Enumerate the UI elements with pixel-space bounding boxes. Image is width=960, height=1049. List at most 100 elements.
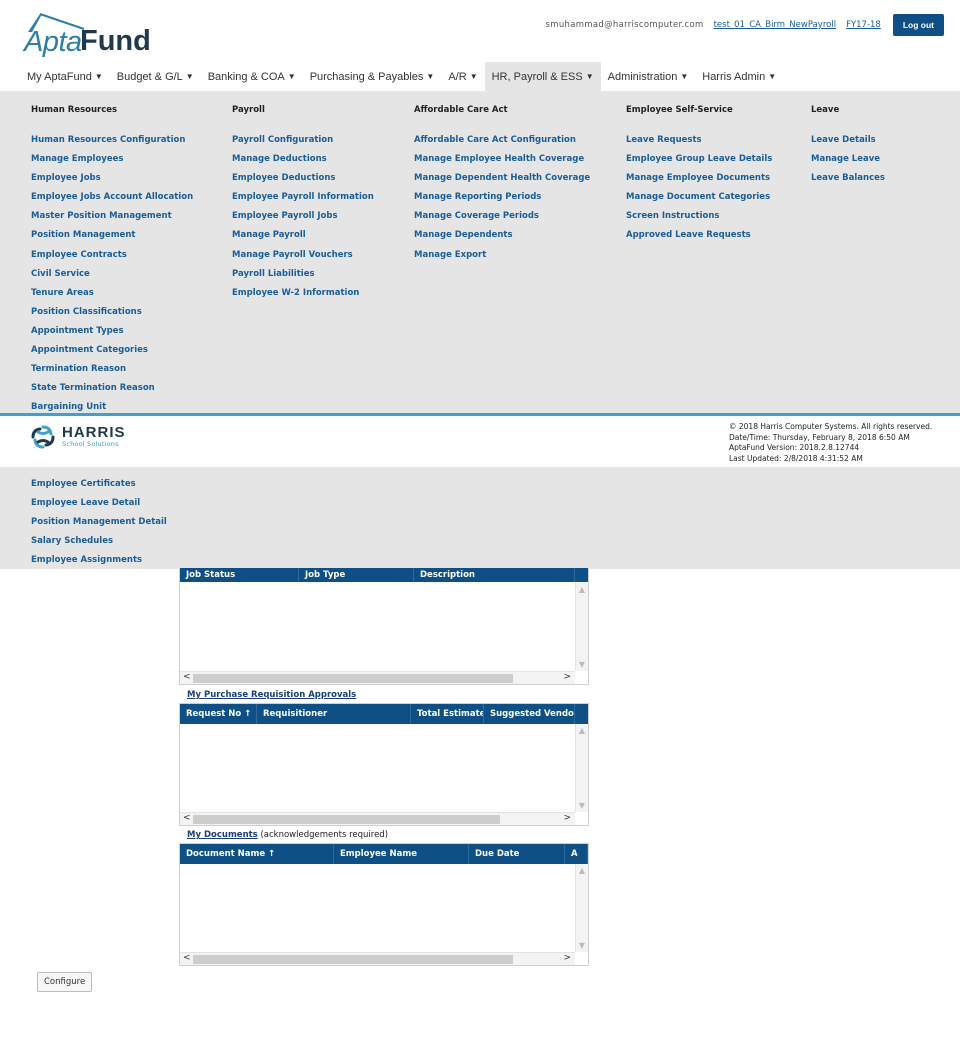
menu-item[interactable]: Employee Payroll Information	[232, 192, 374, 211]
menu-item[interactable]: Manage Document Categories	[626, 192, 772, 211]
menu-item[interactable]: Human Resources Configuration	[31, 135, 193, 154]
menu-item[interactable]: Leave Requests	[626, 135, 772, 154]
menu-item[interactable]: Manage Employee Documents	[626, 173, 772, 192]
vertical-scrollbar[interactable]: ▲ ▼	[575, 724, 588, 812]
menu-item[interactable]: Employee Certificates	[31, 479, 167, 498]
aptafund-logo[interactable]: Apta Fund	[24, 12, 154, 58]
nav-purchasing-payables[interactable]: Purchasing & Payables ▼	[303, 62, 442, 91]
menu-item[interactable]: Position Management Detail	[31, 517, 167, 536]
nav-harris-admin[interactable]: Harris Admin ▼	[695, 62, 783, 91]
requisitions-link[interactable]: My Purchase Requisition Approvals	[187, 690, 356, 700]
column-header[interactable]: A	[565, 844, 588, 864]
scroll-left-icon[interactable]: <	[183, 953, 191, 963]
nav-budget-gl[interactable]: Budget & G/L ▼	[110, 62, 201, 91]
menu-item[interactable]: Manage Coverage Periods	[414, 211, 590, 230]
documents-note: (acknowledgements required)	[260, 830, 389, 840]
menu-item[interactable]: Termination Reason	[31, 364, 193, 383]
documents-link[interactable]: My Documents	[187, 830, 258, 840]
menu-item[interactable]: Manage Payroll	[232, 230, 374, 249]
nav-label: HR, Payroll & ESS	[491, 70, 583, 83]
nav-administration[interactable]: Administration ▼	[601, 62, 696, 91]
horizontal-scrollbar[interactable]: < >	[180, 952, 575, 965]
horizontal-scrollbar[interactable]: < >	[180, 671, 575, 684]
menu-item[interactable]: Position Classifications	[31, 307, 193, 326]
menu-item[interactable]: Manage Payroll Vouchers	[232, 250, 374, 269]
menu-item[interactable]: Civil Service	[31, 269, 193, 288]
scroll-up-icon[interactable]: ▲	[576, 726, 588, 735]
configure-button[interactable]: Configure	[37, 972, 93, 992]
scroll-left-icon[interactable]: <	[183, 672, 191, 682]
menu-item[interactable]: Tenure Areas	[31, 288, 193, 307]
vertical-scrollbar[interactable]: ▲ ▼	[575, 583, 588, 671]
menu-item[interactable]: Position Management	[31, 230, 193, 249]
scroll-thumb[interactable]	[193, 955, 513, 964]
menu-item[interactable]: State Termination Reason	[31, 383, 193, 402]
menu-heading-payroll: Payroll	[232, 105, 265, 115]
scroll-thumb[interactable]	[193, 815, 500, 824]
menu-item[interactable]: Affordable Care Act Configuration	[414, 135, 590, 154]
menu-item[interactable]: Screen Instructions	[626, 211, 772, 230]
scroll-left-icon[interactable]: <	[183, 813, 191, 823]
database-link[interactable]: test_01_CA_Birm_NewPayroll	[714, 20, 836, 30]
column-header[interactable]: Job Status	[180, 568, 299, 582]
menu-item[interactable]: Employee Deductions	[232, 173, 374, 192]
menu-item[interactable]: Employee Jobs	[31, 173, 193, 192]
scroll-down-icon[interactable]: ▼	[576, 801, 588, 810]
scroll-up-icon[interactable]: ▲	[576, 585, 588, 594]
nav-label: Banking & COA	[207, 70, 285, 83]
column-header[interactable]: Total Estimate	[411, 704, 484, 724]
menu-item[interactable]: Employee Leave Detail	[31, 498, 167, 517]
jobs-grid-header: Job Status Job Type Description	[180, 568, 588, 582]
scroll-down-icon[interactable]: ▼	[576, 941, 588, 950]
page-footer: HARRIS School Solutions © 2018 Harris Co…	[0, 413, 960, 467]
scroll-right-icon[interactable]: >	[563, 953, 571, 963]
column-header[interactable]: Job Type	[299, 568, 414, 582]
menu-item[interactable]: Salary Schedules	[31, 536, 167, 555]
menu-item[interactable]: Appointment Categories	[31, 345, 193, 364]
nav-ar[interactable]: A/R ▼	[441, 62, 484, 91]
menu-item[interactable]: Approved Leave Requests	[626, 230, 772, 249]
column-header[interactable]: Requisitioner	[257, 704, 411, 724]
column-header[interactable]: Request No ↑	[180, 704, 257, 724]
logout-button[interactable]: Log out	[892, 14, 944, 36]
nav-my-aptafund[interactable]: My AptaFund ▼	[20, 62, 110, 91]
scroll-thumb[interactable]	[193, 674, 513, 683]
menu-item[interactable]: Employee Contracts	[31, 250, 193, 269]
fiscal-year-link[interactable]: FY17-18	[846, 20, 881, 30]
menu-item[interactable]: Manage Employees	[31, 154, 193, 173]
menu-item[interactable]: Manage Export	[414, 250, 590, 269]
column-header[interactable]: Suggested Vendor	[484, 704, 575, 724]
menu-item[interactable]: Employee Jobs Account Allocation	[31, 192, 193, 211]
menu-item[interactable]: Payroll Liabilities	[232, 269, 374, 288]
menu-item[interactable]: Manage Dependents	[414, 230, 590, 249]
menu-item[interactable]: Employee Payroll Jobs	[232, 211, 374, 230]
menu-item[interactable]: Employee Group Leave Details	[626, 154, 772, 173]
horizontal-scrollbar[interactable]: < >	[180, 812, 575, 825]
nav-banking-coa[interactable]: Banking & COA ▼	[201, 62, 303, 91]
menu-item[interactable]: Master Position Management	[31, 211, 193, 230]
menu-item[interactable]: Manage Reporting Periods	[414, 192, 590, 211]
scroll-right-icon[interactable]: >	[563, 672, 571, 682]
scroll-right-icon[interactable]: >	[563, 813, 571, 823]
menu-item[interactable]: Manage Deductions	[232, 154, 374, 173]
column-header[interactable]: Document Name ↑	[180, 844, 334, 864]
harris-pinwheel-icon	[31, 425, 55, 449]
column-header[interactable]: Due Date	[469, 844, 565, 864]
nav-hr-payroll-ess[interactable]: HR, Payroll & ESS ▼	[484, 62, 601, 91]
vertical-scrollbar[interactable]: ▲ ▼	[575, 864, 588, 952]
menu-item[interactable]: Employee Assignments	[31, 555, 167, 574]
menu-item[interactable]: Manage Leave	[811, 154, 885, 173]
menu-item[interactable]: Employee W-2 Information	[232, 288, 374, 307]
menu-item[interactable]: Payroll Configuration	[232, 135, 374, 154]
column-header[interactable]: Description	[414, 568, 575, 582]
column-header[interactable]: Employee Name	[334, 844, 469, 864]
requisitions-grid: Request No ↑ Requisitioner Total Estimat…	[179, 703, 589, 826]
menu-item[interactable]: Leave Details	[811, 135, 885, 154]
nav-label: Harris Admin	[702, 70, 766, 83]
scroll-down-icon[interactable]: ▼	[576, 660, 588, 669]
menu-item[interactable]: Leave Balances	[811, 173, 885, 192]
menu-item[interactable]: Manage Employee Health Coverage	[414, 154, 590, 173]
menu-item[interactable]: Manage Dependent Health Coverage	[414, 173, 590, 192]
scroll-up-icon[interactable]: ▲	[576, 866, 588, 875]
menu-item[interactable]: Appointment Types	[31, 326, 193, 345]
